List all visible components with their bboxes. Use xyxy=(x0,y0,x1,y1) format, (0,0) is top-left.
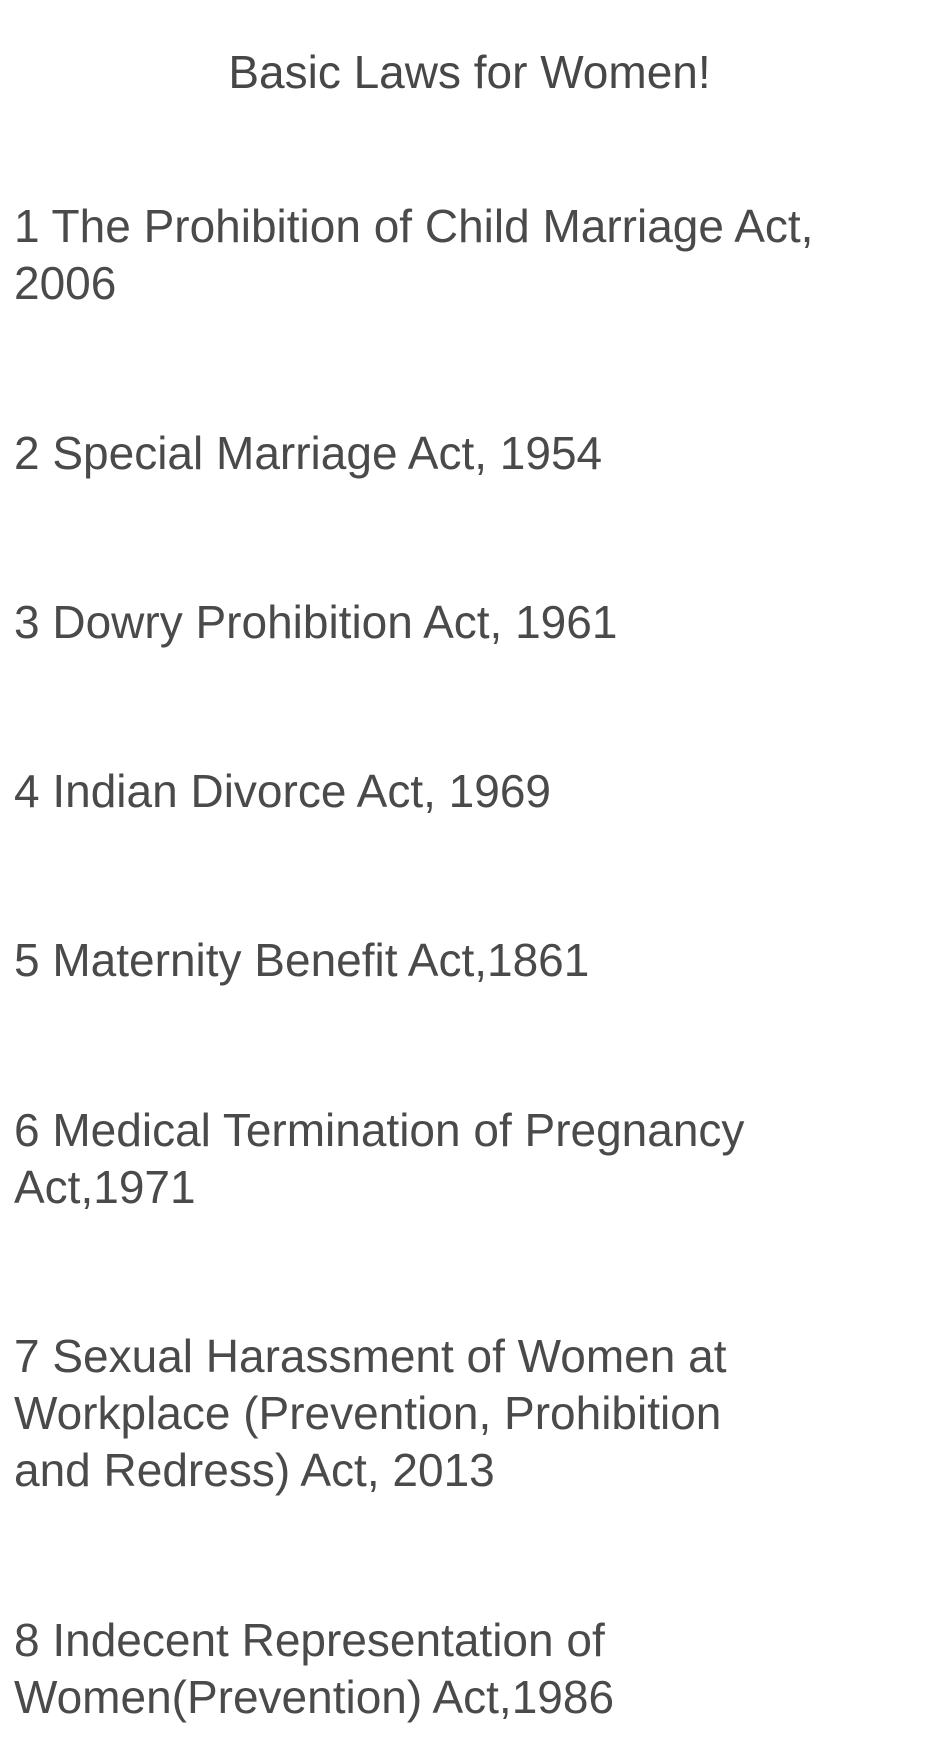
law-item-5: 5 Maternity Benefit Act,1861 xyxy=(14,934,590,986)
document-page: Basic Laws for Women! 1 The Prohibition … xyxy=(0,0,939,1749)
law-item-8: 8 Indecent Representation of Women(Preve… xyxy=(14,1614,615,1723)
law-item-6: 6 Medical Termination of Pregnancy Act,1… xyxy=(14,1104,745,1213)
law-item-2: 2 Special Marriage Act, 1954 xyxy=(14,427,603,479)
law-item-7: 7 Sexual Harassment of Women at Workplac… xyxy=(14,1330,727,1496)
page-title: Basic Laws for Women! xyxy=(228,46,711,98)
law-item-3: 3 Dowry Prohibition Act, 1961 xyxy=(14,596,618,648)
law-item-1: 1 The Prohibition of Child Marriage Act,… xyxy=(14,200,814,309)
law-item-4: 4 Indian Divorce Act, 1969 xyxy=(14,765,551,817)
